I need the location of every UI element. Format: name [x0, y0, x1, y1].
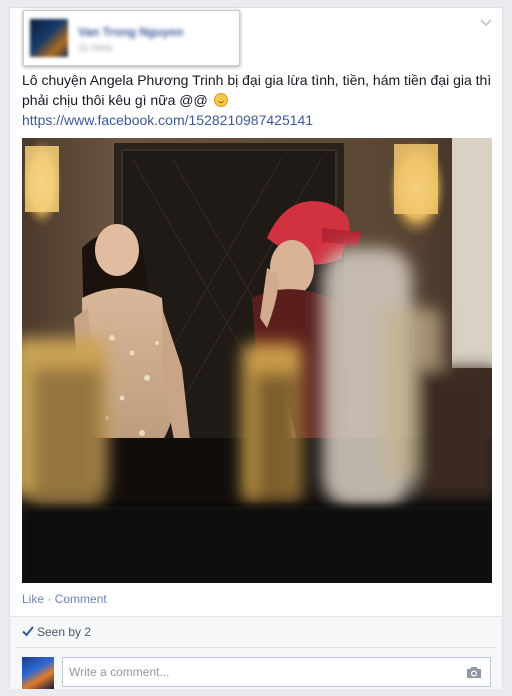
post-body: Lô chuyện Angela Phương Trinh bị đại gia… — [22, 70, 492, 130]
comment-link[interactable]: Comment — [55, 592, 107, 606]
checkmark-icon — [22, 626, 34, 637]
post-header-censored: Van Trong Nguyen 11 mins — [23, 10, 240, 66]
post-actions: Like · Comment — [22, 592, 107, 606]
post-link[interactable]: https://www.facebook.com/152821098742514… — [22, 110, 492, 130]
post-message: Lô chuyện Angela Phương Trinh bị đại gia… — [22, 72, 492, 108]
post-timestamp[interactable]: 11 mins — [78, 43, 112, 54]
camera-icon[interactable] — [466, 666, 482, 679]
post-card: Van Trong Nguyen 11 mins Lô chuyện Angel… — [9, 7, 503, 689]
action-separator: · — [47, 592, 52, 606]
author-avatar[interactable] — [30, 19, 68, 57]
comment-input[interactable] — [63, 658, 465, 686]
seen-by-label: Seen by 2 — [37, 625, 92, 639]
chevron-down-icon[interactable] — [480, 17, 492, 29]
divider — [16, 647, 496, 648]
feedback-area: Seen by 2 — [10, 616, 502, 689]
seen-by-indicator[interactable]: Seen by 2 — [22, 625, 91, 639]
comment-box[interactable] — [62, 657, 491, 687]
like-link[interactable]: Like — [22, 592, 44, 606]
post-photo[interactable] — [22, 138, 492, 583]
commenter-avatar[interactable] — [22, 657, 54, 689]
author-name[interactable]: Van Trong Nguyen — [78, 25, 183, 39]
wink-smile-emoji-icon — [213, 93, 228, 107]
photo-scene — [22, 138, 492, 583]
